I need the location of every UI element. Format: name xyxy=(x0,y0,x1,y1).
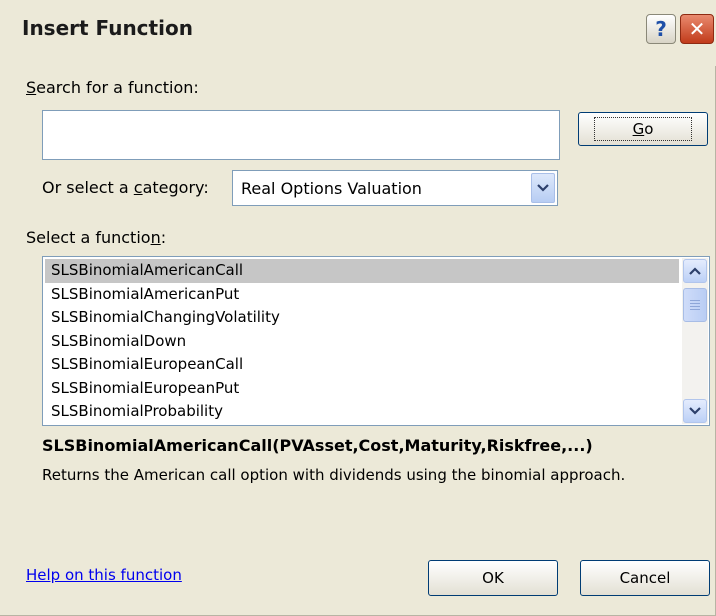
function-list-label: Select a function: xyxy=(26,228,166,247)
search-label-mnemonic: S xyxy=(26,78,37,97)
close-button[interactable]: ✕ xyxy=(680,14,714,44)
list-item[interactable]: SLSBinomialEuropeanPut xyxy=(45,377,679,401)
go-button-focus: Go xyxy=(593,117,693,141)
go-label: o xyxy=(644,120,654,138)
list-item[interactable]: SLSBinomialEuropeanCall xyxy=(45,353,679,377)
help-button[interactable]: ? xyxy=(646,14,676,44)
question-mark-icon: ? xyxy=(655,17,667,41)
function-label-mnemonic: n xyxy=(150,228,161,247)
insert-function-dialog: Insert Function ? ✕ Search for a functio… xyxy=(0,0,716,616)
list-item[interactable]: SLSBinomialAmericanCall xyxy=(45,259,679,283)
category-label: Or select a category: xyxy=(42,178,209,197)
function-listbox[interactable]: SLSBinomialAmericanCall SLSBinomialAmeri… xyxy=(42,256,710,426)
function-label-after: : xyxy=(160,228,167,247)
search-label-text: earch for a function: xyxy=(36,78,199,97)
go-mnemonic: G xyxy=(632,120,645,138)
category-label-before: Or select a xyxy=(42,178,134,197)
list-item[interactable]: SLSBinomialAmericanPut xyxy=(45,283,679,307)
list-item[interactable]: SLSBinomialChangingVolatility xyxy=(45,306,679,330)
scroll-up-button[interactable] xyxy=(683,259,707,283)
go-button[interactable]: Go xyxy=(578,112,708,146)
category-select[interactable]: Real Options Valuation xyxy=(232,170,558,206)
ok-button[interactable]: OK xyxy=(428,560,558,596)
chevron-down-icon xyxy=(689,407,701,415)
category-label-mnemonic: c xyxy=(133,178,143,197)
chevron-up-icon xyxy=(689,267,701,275)
scroll-down-button[interactable] xyxy=(683,399,707,423)
category-dropdown-button[interactable] xyxy=(531,173,555,203)
list-item[interactable]: SLSBinomialDown xyxy=(45,330,679,354)
dialog-title: Insert Function xyxy=(22,16,193,40)
search-label: Search for a function: xyxy=(26,78,199,97)
chevron-down-icon xyxy=(537,184,549,192)
cancel-button[interactable]: Cancel xyxy=(580,560,710,596)
close-icon: ✕ xyxy=(688,17,706,41)
title-bar[interactable]: Insert Function ? ✕ xyxy=(0,0,716,66)
scroll-thumb[interactable] xyxy=(683,288,707,322)
search-input[interactable] xyxy=(42,110,560,160)
function-signature: SLSBinomialAmericanCall(PVAsset,Cost,Mat… xyxy=(42,436,593,455)
help-on-function-link[interactable]: Help on this function xyxy=(26,566,182,584)
function-list-items: SLSBinomialAmericanCall SLSBinomialAmeri… xyxy=(45,259,679,424)
function-description: Returns the American call option with di… xyxy=(42,466,626,484)
category-label-after: ategory: xyxy=(142,178,209,197)
list-item[interactable]: SLSBinomialProbability xyxy=(45,400,679,424)
function-label-before: Select a functio xyxy=(26,228,151,247)
category-selected-value: Real Options Valuation xyxy=(241,179,422,198)
function-list-scrollbar[interactable] xyxy=(682,258,708,424)
